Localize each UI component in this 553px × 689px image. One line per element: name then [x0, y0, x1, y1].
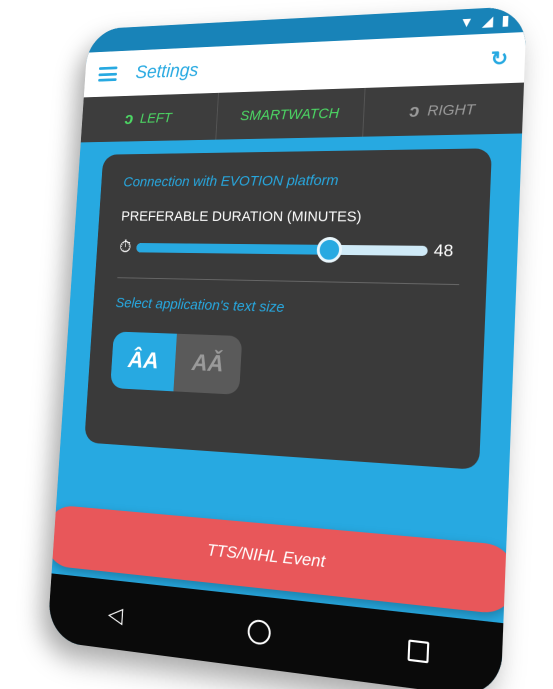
- recents-icon[interactable]: [407, 639, 429, 663]
- stopwatch-icon: ⏱: [119, 237, 132, 257]
- connection-label: Connection with EVOTION platform: [123, 171, 464, 190]
- tab-smartwatch[interactable]: SMARTWATCH: [216, 88, 365, 140]
- tab-right[interactable]: ↄ RIGHT: [363, 83, 524, 137]
- stage: ▼ ◢ ▮ Settings ↻ ↄ LEFT SMARTWATCH ↄ RIG…: [0, 0, 553, 689]
- back-icon[interactable]: ◁: [107, 601, 124, 628]
- tab-left[interactable]: ↄ LEFT: [81, 93, 219, 143]
- duration-slider-thumb[interactable]: [316, 236, 342, 262]
- battery-icon: ▮: [501, 11, 510, 28]
- text-size-large-button[interactable]: ÂA: [110, 331, 177, 391]
- tab-smartwatch-label: SMARTWATCH: [240, 105, 340, 124]
- duration-value: 48: [433, 240, 461, 261]
- duration-slider-row: ⏱ 48: [119, 237, 461, 261]
- tab-left-label: LEFT: [140, 110, 173, 126]
- phone-frame: ▼ ◢ ▮ Settings ↻ ↄ LEFT SMARTWATCH ↄ RIG…: [47, 6, 527, 689]
- text-size-label: Select application's text size: [115, 295, 458, 321]
- text-size-small-button[interactable]: AǍ: [173, 334, 242, 395]
- duration-slider-fill: [136, 243, 329, 255]
- page-title: Settings: [135, 47, 491, 83]
- duration-slider[interactable]: [136, 243, 428, 256]
- app-screen: ▼ ◢ ▮ Settings ↻ ↄ LEFT SMARTWATCH ↄ RIG…: [47, 6, 527, 689]
- hamburger-menu-icon[interactable]: [98, 66, 117, 81]
- text-size-toggle: ÂA AǍ: [110, 331, 242, 394]
- signal-icon: ◢: [482, 12, 494, 29]
- duration-label: PREFERABLE DURATION (MINUTES): [121, 208, 463, 225]
- home-icon[interactable]: [247, 619, 271, 646]
- divider: [117, 277, 459, 285]
- tab-right-label: RIGHT: [427, 101, 475, 119]
- settings-card: Connection with EVOTION platform PREFERA…: [84, 148, 492, 470]
- left-ear-icon: ↄ: [124, 109, 134, 128]
- right-ear-icon: ↄ: [409, 100, 420, 121]
- refresh-icon[interactable]: ↻: [490, 45, 509, 71]
- wifi-icon: ▼: [459, 14, 474, 31]
